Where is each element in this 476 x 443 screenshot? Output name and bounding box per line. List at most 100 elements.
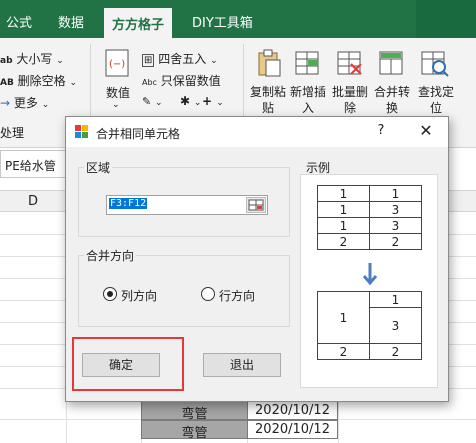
chevron-down-icon: ⌄	[112, 100, 120, 110]
example-panel: 1 1 1 3 1 3 2 2 1 1 3 2 2	[300, 174, 438, 388]
more-button[interactable]: → 更多 ⌄	[0, 94, 49, 111]
tab-formulas[interactable]: 公式	[6, 12, 32, 31]
arrow-right-icon: →	[0, 96, 11, 110]
example-cell: 1	[317, 185, 370, 202]
example-cell: 2	[369, 233, 422, 250]
dialog-title: 合并相同单元格	[96, 127, 181, 141]
example-cell: 1	[369, 291, 422, 308]
new-insert-label-line2: 入	[302, 101, 315, 115]
range-select-button[interactable]	[246, 197, 266, 213]
find-locate-label-line2: 位	[430, 101, 443, 115]
case-label: 大小写	[16, 52, 53, 66]
keep-numeric-label: 只保留数值	[160, 74, 221, 88]
batch-delete-button[interactable]: 批量删 除	[332, 84, 368, 116]
example-cell: 1	[369, 185, 422, 202]
merge-same-cells-dialog: 合并相同单元格 ? ✕ 区域 F3:F12 合并方向 列方向 行方向 确定 退出…	[65, 116, 449, 402]
cell-date[interactable]: 2020/10/12	[247, 401, 338, 420]
chevron-down-icon: ⌄	[193, 98, 202, 108]
cell-name[interactable]: 弯管	[141, 420, 248, 441]
keep-numeric-button[interactable]: Abc 只保留数值	[142, 72, 221, 89]
radio-selected-dot	[107, 291, 113, 297]
calculator-icon: ⊞	[142, 54, 155, 67]
ribbon-tab-bar: 公式 数据 方方格子 DIY工具箱	[0, 0, 476, 38]
chevron-down-icon: ⌄	[155, 98, 163, 108]
abc-icon: Abc	[142, 78, 157, 87]
radio-column-direction[interactable]	[103, 287, 117, 301]
tab-diy-toolbox[interactable]: DIY工具箱	[192, 12, 253, 31]
example-merged-cell: 3	[369, 307, 422, 344]
example-before-table: 1 1 1 3 1 3 2 2	[317, 185, 422, 250]
merge-convert-label-line2: 换	[386, 101, 399, 115]
copy-paste-button[interactable]: 复制粘 贴	[250, 84, 286, 116]
range-select-icon	[248, 199, 264, 211]
numeric-icon: (−)	[105, 49, 129, 77]
example-after-table: 1 1 3 2 2	[317, 291, 422, 360]
ab-case-icon: ab	[0, 56, 13, 66]
range-group-label: 区域	[84, 159, 113, 176]
edit-button[interactable]: ✎ ⌄	[142, 94, 163, 108]
row-direction-label[interactable]: 行方向	[219, 287, 255, 304]
direction-group-label: 合并方向	[84, 247, 137, 264]
app-grid-icon	[75, 125, 88, 138]
group-label-processing: 处理	[0, 126, 25, 140]
asterisk-icon: ✱	[180, 94, 191, 108]
example-cell: 3	[369, 217, 422, 234]
chevron-down-icon: ⌄	[216, 98, 224, 108]
batch-delete-label-line2: 除	[344, 101, 357, 115]
dialog-titlebar: 合并相同单元格 ? ✕	[66, 117, 448, 147]
plus-label: +	[202, 94, 213, 108]
column-direction-label[interactable]: 列方向	[121, 287, 157, 304]
example-cell: 1	[317, 201, 370, 218]
name-box[interactable]: PE给水管	[0, 150, 66, 178]
radio-row-direction[interactable]	[201, 287, 215, 301]
copy-paste-label: 复制粘	[250, 85, 287, 99]
tab-fangfanggezi[interactable]: 方方格子	[104, 8, 173, 38]
chevron-down-icon: ⌄	[41, 100, 50, 110]
exit-button[interactable]: 退出	[203, 353, 281, 377]
merge-convert-button[interactable]: 合并转 换	[374, 84, 410, 116]
new-insert-label: 新增插	[290, 85, 327, 99]
merge-convert-label: 合并转	[374, 85, 411, 99]
column-header-d[interactable]: D	[28, 194, 38, 209]
example-cell: 2	[317, 233, 370, 250]
example-cell: 3	[369, 201, 422, 218]
new-insert-button[interactable]: 新增插 入	[290, 84, 326, 116]
ok-button[interactable]: 确定	[82, 353, 160, 377]
asterisk-button[interactable]: ✱ ⌄	[180, 94, 201, 108]
round-button[interactable]: ⊞ 四舍五入 ⌄	[142, 50, 218, 67]
insert-icon	[295, 51, 319, 75]
arrow-down-icon	[362, 263, 378, 286]
batch-delete-icon	[337, 51, 362, 75]
remove-space-button[interactable]: AB 删除空格 ⌄	[0, 72, 77, 89]
example-merged-cell: 1	[317, 291, 370, 344]
cell-name[interactable]: 弯管	[141, 401, 248, 422]
edit-icon: ✎	[142, 95, 152, 108]
svg-text:(−): (−)	[109, 59, 125, 70]
find-locate-icon	[421, 51, 449, 77]
merge-convert-icon	[379, 51, 403, 75]
help-button[interactable]: ?	[372, 123, 390, 141]
plus-button[interactable]: + ⌄	[202, 94, 224, 108]
example-cell: 2	[369, 343, 422, 360]
batch-delete-label: 批量删	[332, 85, 369, 99]
numeric-button[interactable]: 数值	[106, 84, 130, 101]
tabbar-right-area	[416, 0, 476, 38]
find-locate-button[interactable]: 查找定 位	[418, 84, 454, 116]
ab-space-icon: AB	[0, 78, 14, 88]
remove-space-label: 删除空格	[17, 74, 66, 88]
range-input[interactable]: F3:F12	[106, 195, 268, 215]
cell-date[interactable]: 2020/10/12	[247, 420, 338, 439]
tab-data[interactable]: 数据	[58, 12, 84, 31]
find-locate-label: 查找定	[418, 85, 455, 99]
example-cell: 1	[317, 217, 370, 234]
case-button[interactable]: ab 大小写 ⌄	[0, 50, 64, 67]
more-label: 更多	[13, 96, 38, 110]
chevron-down-icon: ⌄	[69, 78, 78, 88]
clipboard-icon	[258, 49, 281, 77]
range-input-value: F3:F12	[109, 198, 148, 209]
copy-paste-label-line2: 贴	[262, 101, 275, 115]
example-cell: 2	[317, 343, 370, 360]
close-button[interactable]: ✕	[416, 122, 436, 142]
round-label: 四舍五入	[158, 52, 207, 66]
chevron-down-icon: ⌄	[56, 56, 64, 66]
